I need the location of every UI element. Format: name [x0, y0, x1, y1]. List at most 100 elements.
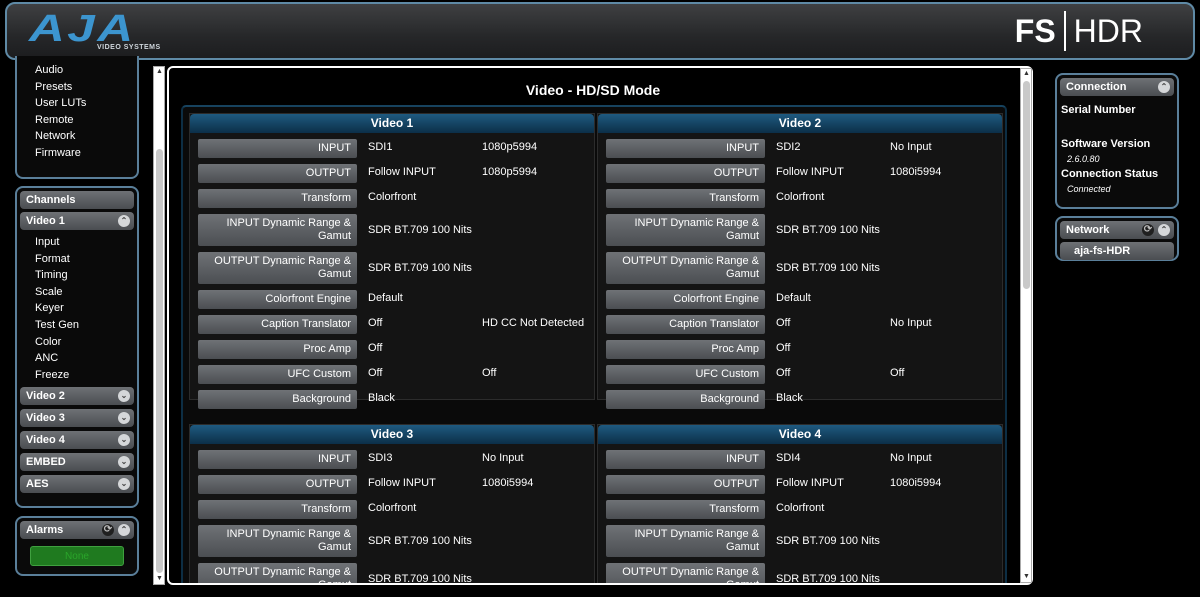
nav-link-firmware[interactable]: Firmware — [17, 145, 137, 162]
video1-item-freeze[interactable]: Freeze — [17, 367, 137, 384]
collapse-icon[interactable]: ⌃ — [1158, 81, 1170, 93]
nav-link-network[interactable]: Network — [17, 128, 137, 145]
video1-item-input[interactable]: Input — [17, 234, 137, 251]
collapse-icon[interactable]: ⌃ — [118, 215, 130, 227]
param-row: Background Black — [598, 387, 1002, 412]
param-row: Colorfront Engine Default — [598, 287, 1002, 312]
chevron-down-icon[interactable]: ⌄ — [118, 412, 130, 425]
connection-title: Connection — [1066, 81, 1127, 93]
chevron-down-icon[interactable]: ⌄ — [118, 478, 130, 491]
serial-number-label: Serial Number — [1061, 104, 1136, 116]
card-title: Video 1 — [190, 114, 594, 133]
param-button[interactable]: UFC Custom — [198, 365, 357, 384]
param-button[interactable]: OUTPUT — [198, 475, 357, 494]
chevron-down-icon[interactable]: ⌄ — [118, 390, 130, 403]
param-button[interactable]: Transform — [606, 500, 765, 519]
param-button[interactable]: OUTPUT — [606, 475, 765, 494]
main-content: Video - HD/SD Mode Video 1 INPUT SDI1 1080p… — [167, 66, 1033, 585]
param-button[interactable]: Transform — [198, 500, 357, 519]
param-button[interactable]: Transform — [606, 189, 765, 208]
param-button[interactable]: Caption Translator — [606, 315, 765, 334]
product-divider — [1063, 11, 1066, 51]
param-button[interactable]: INPUT Dynamic Range & Gamut — [606, 525, 765, 557]
section-video-4[interactable]: Video 4 ⌄ — [20, 431, 134, 450]
section-embed[interactable]: EMBED ⌄ — [20, 453, 134, 472]
param-value: Default — [368, 292, 403, 304]
refresh-icon[interactable]: ⟳ — [1142, 224, 1154, 236]
param-row: OUTPUT Follow INPUT 1080i5994 — [598, 472, 1002, 497]
param-row: OUTPUT Dynamic Range & Gamut SDR BT.709 1… — [598, 249, 1002, 287]
main-scroll-thumb[interactable] — [1023, 81, 1030, 289]
param-value: SDR BT.709 100 Nits — [776, 573, 880, 585]
video1-label: Video 1 — [26, 215, 65, 227]
param-button[interactable]: INPUT — [606, 450, 765, 469]
video1-item-timing[interactable]: Timing — [17, 267, 137, 284]
collapse-icon[interactable]: ⌃ — [118, 524, 130, 536]
video1-item-scale[interactable]: Scale — [17, 284, 137, 301]
video1-item-test-gen[interactable]: Test Gen — [17, 317, 137, 334]
chevron-down-icon[interactable]: ⌄ — [118, 456, 130, 469]
section-video-2[interactable]: Video 2 ⌄ — [20, 387, 134, 406]
param-row: Proc Amp Off — [190, 337, 594, 362]
param-button[interactable]: Caption Translator — [198, 315, 357, 334]
network-host-button[interactable]: aja-fs-HDR — [1060, 242, 1174, 260]
video1-item-color[interactable]: Color — [17, 334, 137, 351]
param-button[interactable]: OUTPUT — [606, 164, 765, 183]
param-button[interactable]: INPUT — [198, 450, 357, 469]
nav-link-presets[interactable]: Presets — [17, 79, 137, 96]
param-button[interactable]: INPUT Dynamic Range & Gamut — [198, 214, 357, 246]
video1-section-header[interactable]: Video 1 ⌃ — [20, 212, 134, 230]
param-button[interactable]: OUTPUT Dynamic Range & Gamut — [198, 563, 357, 583]
param-button[interactable]: Transform — [198, 189, 357, 208]
card-title: Video 4 — [598, 425, 1002, 444]
param-value: Off — [776, 367, 791, 379]
param-button[interactable]: Background — [606, 390, 765, 409]
param-value: SDI3 — [368, 452, 393, 464]
nav-link-remote[interactable]: Remote — [17, 112, 137, 129]
param-value: Colorfront — [368, 502, 417, 514]
nav-link-audio[interactable]: Audio — [17, 62, 137, 79]
param-button[interactable]: Background — [198, 390, 357, 409]
scroll-down-icon[interactable]: ▼ — [1022, 573, 1031, 581]
card-rows: INPUT SDI3 No Input OUTPUT Follow INPUT 1080i… — [190, 444, 594, 585]
video1-item-format[interactable]: Format — [17, 251, 137, 268]
param-status: 1080i5994 — [482, 477, 534, 489]
param-row: INPUT SDI4 No Input — [598, 447, 1002, 472]
video1-item-anc[interactable]: ANC — [17, 350, 137, 367]
collapse-icon[interactable]: ⌃ — [1158, 224, 1170, 236]
chevron-down-icon[interactable]: ⌄ — [118, 434, 130, 447]
scroll-up-icon[interactable]: ▲ — [155, 68, 164, 76]
video-grid: Video 1 INPUT SDI1 1080p5994 OUTPUT Follow IN… — [181, 105, 1007, 585]
section-video-3[interactable]: Video 3 ⌄ — [20, 409, 134, 428]
param-status: 1080i5994 — [890, 477, 942, 489]
param-button[interactable]: Colorfront Engine — [606, 290, 765, 309]
param-button[interactable]: Proc Amp — [198, 340, 357, 359]
param-value: Colorfront — [776, 191, 825, 203]
param-button[interactable]: Colorfront Engine — [198, 290, 357, 309]
param-button[interactable]: OUTPUT Dynamic Range & Gamut — [606, 563, 765, 583]
nav-link-user-luts[interactable]: User LUTs — [17, 95, 137, 112]
param-row: OUTPUT Follow INPUT 1080i5994 — [598, 161, 1002, 186]
param-button[interactable]: OUTPUT — [198, 164, 357, 183]
software-version-value: 2.6.0.80 — [1067, 154, 1100, 164]
param-button[interactable]: OUTPUT Dynamic Range & Gamut — [198, 252, 357, 284]
refresh-icon[interactable]: ⟳ — [102, 524, 114, 536]
param-value: SDR BT.709 100 Nits — [368, 573, 472, 585]
scroll-down-icon[interactable]: ▼ — [155, 575, 164, 583]
param-button[interactable]: OUTPUT Dynamic Range & Gamut — [606, 252, 765, 284]
sidebar-scroll-thumb[interactable] — [156, 149, 163, 573]
scroll-up-icon[interactable]: ▲ — [1022, 70, 1031, 78]
sidebar-scrollbar[interactable]: ▲ ▼ — [153, 66, 165, 585]
param-value: Off — [368, 367, 383, 379]
main-scrollbar[interactable]: ▲ ▼ — [1020, 68, 1032, 583]
param-button[interactable]: Proc Amp — [606, 340, 765, 359]
param-button[interactable]: INPUT Dynamic Range & Gamut — [606, 214, 765, 246]
param-button[interactable]: INPUT — [606, 139, 765, 158]
param-button[interactable]: UFC Custom — [606, 365, 765, 384]
video1-item-keyer[interactable]: Keyer — [17, 300, 137, 317]
param-row: OUTPUT Dynamic Range & Gamut SDR BT.709 1… — [190, 560, 594, 585]
serial-number-value — [1057, 116, 1177, 138]
param-button[interactable]: INPUT Dynamic Range & Gamut — [198, 525, 357, 557]
param-button[interactable]: INPUT — [198, 139, 357, 158]
section-aes[interactable]: AES ⌄ — [20, 475, 134, 494]
